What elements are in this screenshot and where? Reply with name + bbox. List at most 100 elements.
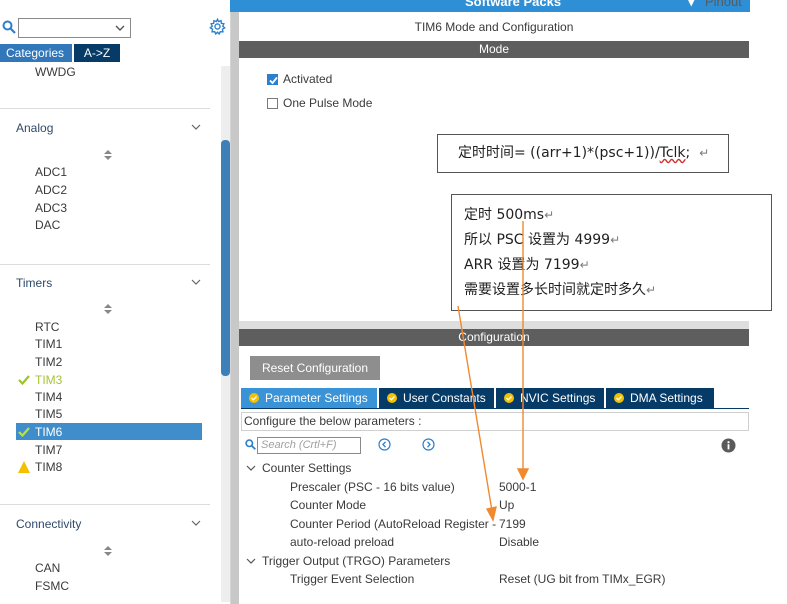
- note-line: 定时 500ms↵: [464, 203, 771, 228]
- section-splitter[interactable]: [239, 321, 749, 329]
- sidebar-item-tim3[interactable]: TIM3: [35, 373, 62, 387]
- chevron-down-icon[interactable]: [246, 556, 256, 566]
- tabs-underline: [241, 408, 749, 409]
- auto-reload-preload-param-value[interactable]: Disable: [499, 535, 539, 549]
- trigger-event-selection-param-value[interactable]: Reset (UG bit from TIMx_EGR): [499, 572, 665, 586]
- formula-tclk: Tclk: [659, 145, 686, 161]
- configuration-section-header: Configuration: [239, 329, 749, 346]
- sidebar-item-tim2[interactable]: TIM2: [35, 355, 62, 369]
- tab-categories[interactable]: Categories: [0, 44, 72, 62]
- note-line-text: 定时 500ms: [464, 207, 545, 223]
- analog-category-header[interactable]: Analog: [16, 121, 53, 135]
- left-scrollbar-thumb[interactable]: [221, 140, 230, 376]
- sidebar-item-can[interactable]: CAN: [35, 561, 60, 575]
- chevron-down-icon[interactable]: [191, 122, 201, 132]
- counter-period-param-value[interactable]: 7199: [499, 517, 526, 531]
- sidebar-item-tim8[interactable]: TIM8: [35, 460, 62, 474]
- panel-splitter[interactable]: [231, 12, 239, 604]
- sidebar-item-wwdg[interactable]: WWDG: [35, 65, 76, 79]
- sidebar-item-tim6[interactable]: TIM6: [35, 425, 62, 439]
- check-icon: [269, 76, 278, 84]
- prescaler-param-name: Prescaler (PSC - 16 bits value): [290, 480, 455, 494]
- note-line: ARR 设置为 7199↵: [464, 253, 771, 278]
- divider: [0, 108, 210, 109]
- search-icon[interactable]: [245, 439, 256, 450]
- activated-checkbox-row[interactable]: Activated: [267, 72, 332, 86]
- explanation-annotation: 定时 500ms↵ 所以 PSC 设置为 4999↵ ARR 设置为 7199↵…: [451, 194, 772, 311]
- trigger-output-group[interactable]: Trigger Output (TRGO) Parameters: [262, 554, 450, 568]
- counter-mode-param-value[interactable]: Up: [499, 498, 514, 512]
- next-result-icon[interactable]: [422, 438, 435, 451]
- tab-label: DMA Settings: [630, 391, 703, 405]
- tab-label: User Constants: [403, 391, 486, 405]
- software-packs-menu[interactable]: Software Packs: [465, 0, 561, 9]
- note-line: 所以 PSC 设置为 4999↵: [464, 228, 771, 253]
- configure-parameters-label: Configure the below parameters :: [241, 412, 749, 431]
- one-pulse-mode-checkbox[interactable]: [267, 97, 278, 109]
- connectivity-category-header[interactable]: Connectivity: [16, 517, 81, 531]
- sidebar-item-tim4[interactable]: TIM4: [35, 390, 62, 404]
- sidebar-item-dac[interactable]: DAC: [35, 218, 60, 232]
- one-pulse-mode-label: One Pulse Mode: [283, 96, 373, 110]
- one-pulse-mode-checkbox-row[interactable]: One Pulse Mode: [267, 96, 372, 110]
- auto-reload-preload-param-name: auto-reload preload: [290, 535, 395, 549]
- formula-suffix: ;: [685, 145, 691, 161]
- left-panel: Categories A->Z WWDG Analog ADC1 ADC2 AD…: [0, 12, 231, 604]
- tab-user-constants[interactable]: User Constants: [379, 388, 494, 408]
- parameter-search-input[interactable]: Search (Crtl+F): [257, 437, 361, 454]
- sidebar-item-rtc[interactable]: RTC: [35, 320, 59, 334]
- sidebar-item-tim1[interactable]: TIM1: [35, 337, 62, 351]
- counter-mode-param-name: Counter Mode: [290, 498, 367, 512]
- tab-label: NVIC Settings: [520, 391, 596, 405]
- pinout-arrow-icon[interactable]: ▾: [688, 0, 695, 10]
- chevron-down-icon[interactable]: [246, 463, 256, 473]
- timers-category-header[interactable]: Timers: [16, 276, 52, 290]
- note-line-text: 需要设置多长时间就定时多久: [464, 282, 646, 298]
- check-circle-icon: [504, 393, 514, 403]
- check-circle-icon: [387, 393, 397, 403]
- counter-period-param-name: Counter Period (AutoReload Register - ..…: [290, 517, 498, 531]
- prescaler-param-value[interactable]: 5000-1: [499, 480, 536, 494]
- sidebar-item-tim7[interactable]: TIM7: [35, 443, 62, 457]
- check-circle-icon: [614, 393, 624, 403]
- return-mark: ↵: [646, 283, 657, 297]
- trigger-event-selection-param-name: Trigger Event Selection: [290, 572, 415, 586]
- category-tabs: Categories A->Z: [0, 44, 120, 62]
- divider: [0, 504, 210, 505]
- info-icon[interactable]: [721, 438, 736, 453]
- tab-nvic-settings[interactable]: NVIC Settings: [496, 388, 604, 408]
- top-toolbar: Software Packs ▾ Pinout: [0, 0, 787, 12]
- tab-parameter-settings[interactable]: Parameter Settings: [241, 388, 377, 408]
- search-icon[interactable]: [2, 20, 16, 34]
- sidebar-item-adc2[interactable]: ADC2: [35, 183, 67, 197]
- chevron-down-icon[interactable]: [191, 518, 201, 528]
- note-line-text: ARR 设置为 7199: [464, 257, 580, 273]
- sidebar-item-tim5[interactable]: TIM5: [35, 407, 62, 421]
- check-icon: [18, 427, 30, 438]
- tab-a-to-z[interactable]: A->Z: [74, 44, 120, 62]
- sort-icon[interactable]: [103, 303, 113, 315]
- warning-icon: [18, 461, 30, 473]
- sidebar-item-fsmc[interactable]: FSMC: [35, 579, 69, 593]
- sort-icon[interactable]: [103, 149, 113, 161]
- chevron-down-icon[interactable]: [191, 277, 201, 287]
- formula-text: 定时时间= ((arr+1)*(psc+1))/: [458, 145, 660, 161]
- note-line-text: 所以 PSC 设置为 4999: [464, 232, 611, 248]
- reset-configuration-button[interactable]: Reset Configuration: [250, 356, 380, 380]
- category-search-dropdown[interactable]: [18, 18, 131, 38]
- tab-dma-settings[interactable]: DMA Settings: [606, 388, 714, 408]
- sort-icon[interactable]: [103, 545, 113, 557]
- gear-icon[interactable]: [209, 18, 226, 35]
- formula-annotation: 定时时间= ((arr+1)*(psc+1))/Tclk; ↵: [437, 134, 729, 173]
- previous-result-icon[interactable]: [378, 438, 391, 451]
- return-mark: ↵: [579, 258, 590, 272]
- pinout-menu[interactable]: Pinout: [705, 0, 742, 9]
- page-title: TIM6 Mode and Configuration: [414, 20, 574, 34]
- activated-checkbox[interactable]: [267, 73, 278, 85]
- sidebar-item-adc3[interactable]: ADC3: [35, 201, 67, 215]
- sidebar-item-adc1[interactable]: ADC1: [35, 165, 67, 179]
- chevron-down-icon: [115, 25, 125, 31]
- counter-settings-group[interactable]: Counter Settings: [262, 461, 351, 475]
- return-mark: ↵: [544, 208, 555, 222]
- check-circle-icon: [249, 393, 259, 403]
